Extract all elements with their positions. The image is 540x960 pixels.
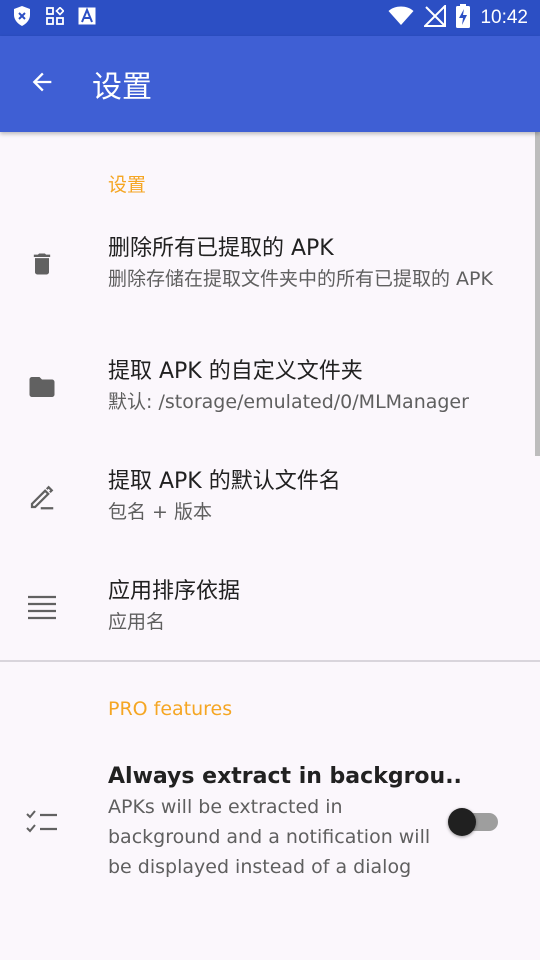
- back-button[interactable]: [0, 36, 84, 132]
- switch-thumb: [448, 808, 476, 836]
- folder-icon: [0, 372, 84, 402]
- pref-summary: 应用名: [108, 611, 166, 633]
- pref-summary: 默认: /storage/emulated/0/MLManager: [108, 391, 469, 413]
- category-header-settings: 设置: [108, 174, 147, 196]
- category-header-pro: PRO features: [108, 698, 233, 720]
- pref-default-filename[interactable]: 提取 APK 的默认文件名 包名 + 版本: [0, 466, 540, 528]
- clock: 10:42: [480, 7, 528, 28]
- shield-x-icon: [12, 5, 32, 31]
- status-bar: 10:42: [0, 0, 540, 36]
- widgets-icon: [46, 6, 65, 29]
- pref-summary: 包名 + 版本: [108, 501, 212, 523]
- pref-sort-apps[interactable]: 应用排序依据 应用名: [0, 576, 540, 638]
- pref-title: 应用排序依据: [108, 579, 241, 604]
- pref-title: 提取 APK 的自定义文件夹: [108, 359, 363, 384]
- pref-title: 提取 APK 的默认文件名: [108, 469, 341, 494]
- battery-charging-icon: [456, 4, 471, 32]
- trash-icon: [0, 250, 84, 278]
- scrollbar[interactable]: [535, 132, 540, 456]
- pref-summary: APKs will be extracted in background and…: [108, 796, 431, 878]
- pref-delete-extracted[interactable]: 删除所有已提取的 APK 删除存储在提取文件夹中的所有已提取的 APK: [0, 218, 540, 310]
- pref-title: 删除所有已提取的 APK: [108, 236, 334, 261]
- settings-list[interactable]: 设置 删除所有已提取的 APK 删除存储在提取文件夹中的所有已提取的 APK 提…: [0, 132, 540, 960]
- edit-icon: [0, 482, 84, 512]
- font-a-icon: [78, 7, 96, 29]
- pref-extract-background[interactable]: Always extract in backgrou.. APKs will b…: [0, 746, 540, 898]
- pref-custom-folder[interactable]: 提取 APK 的自定义文件夹 默认: /storage/emulated/0/M…: [0, 356, 540, 418]
- app-bar: 设置: [0, 36, 540, 132]
- page-title: 设置: [92, 70, 152, 105]
- arrow-back-icon: [28, 68, 56, 100]
- pref-title: Always extract in backgrou..: [108, 764, 462, 789]
- pref-summary: 删除存储在提取文件夹中的所有已提取的 APK: [108, 268, 493, 290]
- wifi-icon: [388, 6, 414, 30]
- signal-off-icon: [423, 3, 447, 31]
- checklist-icon: [0, 809, 84, 835]
- extract-background-switch[interactable]: [448, 808, 500, 836]
- sort-lines-icon: [0, 594, 84, 620]
